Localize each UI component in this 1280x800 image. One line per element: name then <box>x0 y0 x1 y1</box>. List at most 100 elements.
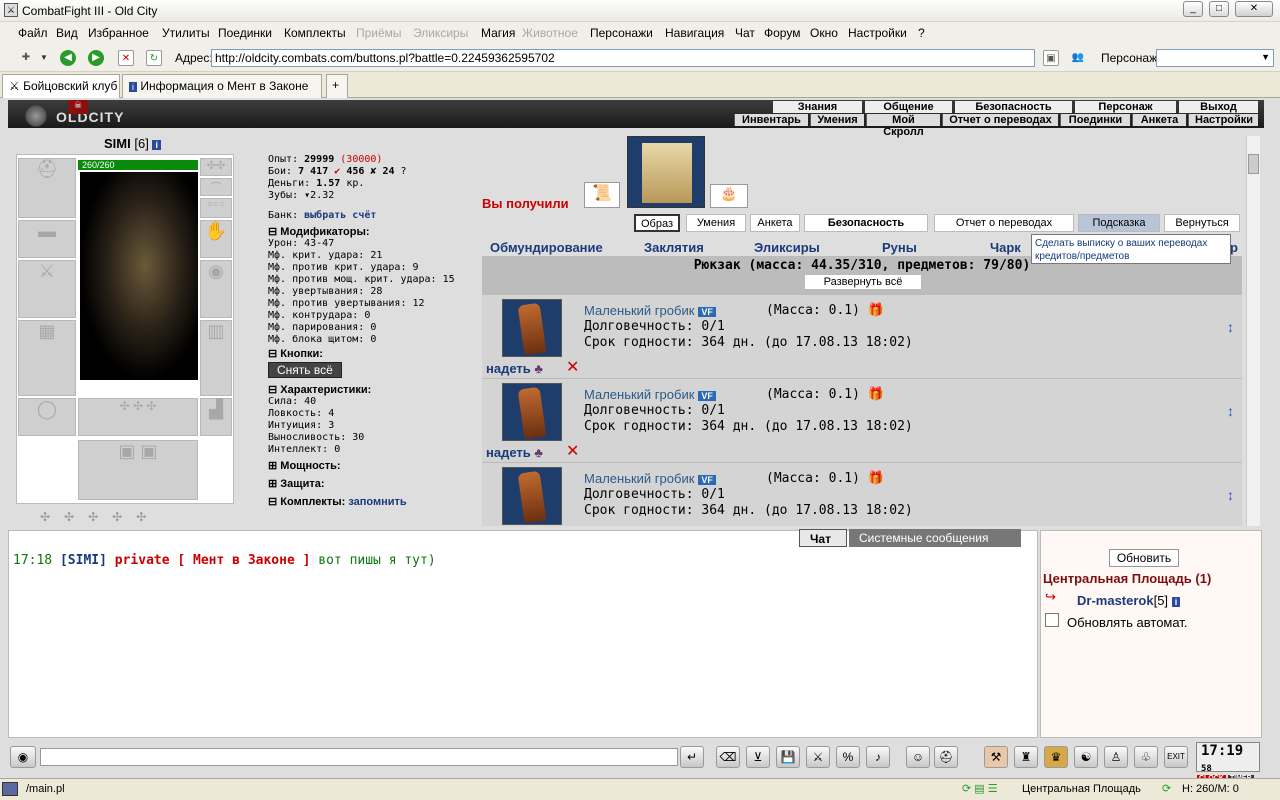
return-button[interactable]: Вернуться <box>1164 214 1240 232</box>
menu-characters[interactable]: Персонажи <box>590 26 653 40</box>
gloves-slot[interactable]: ✋ <box>200 220 232 258</box>
nav-scroll[interactable]: Мой Скролл <box>866 114 940 138</box>
online-user[interactable]: Dr-masterok[5] i <box>1077 593 1181 608</box>
send-icon[interactable]: ↵ <box>680 746 704 768</box>
tab-spells[interactable]: Заклятия <box>644 240 704 255</box>
coffin-image[interactable] <box>502 299 562 357</box>
coffin-image[interactable] <box>502 383 562 441</box>
tab-info[interactable]: i Информация о Мент в Законе <box>122 74 322 98</box>
move-arrows-icon[interactable]: ↕ <box>1227 319 1234 335</box>
defense-header[interactable]: ⊞ Защита: <box>268 478 483 490</box>
info-icon[interactable]: i <box>152 140 161 150</box>
remember-link[interactable]: запомнить <box>348 496 406 508</box>
refresh-button[interactable]: Обновить <box>1109 549 1179 567</box>
image-button[interactable]: Образ <box>634 214 680 232</box>
go-icon[interactable]: ▣ <box>1043 50 1059 66</box>
menu-view[interactable]: Вид <box>56 26 78 40</box>
nav-skills[interactable]: Умения <box>810 114 864 126</box>
cake-icon[interactable]: 🎂 <box>710 184 748 208</box>
amulet-slot[interactable]: ⌒ <box>200 178 232 196</box>
nav-character[interactable]: Персонаж <box>1074 101 1176 113</box>
menu-file[interactable]: Файл <box>18 26 48 40</box>
pin-icon[interactable]: ✚ <box>18 50 34 66</box>
minimize-button[interactable]: _ <box>1183 1 1203 17</box>
menu-magic[interactable]: Магия <box>481 26 515 40</box>
gift-image[interactable] <box>627 136 705 208</box>
status-refresh-icon[interactable]: ⟳ ▤ ☰ <box>962 782 998 795</box>
tab-equipment[interactable]: Обмундирование <box>490 240 603 255</box>
item-name[interactable]: Маленький гробик VF <box>584 471 716 486</box>
helmet-slot[interactable]: ⛑ <box>18 158 76 218</box>
hint-button[interactable]: Подсказка <box>1078 214 1160 232</box>
nav-transfers[interactable]: Отчет о переводах <box>942 114 1058 126</box>
nav-exit[interactable]: Выход <box>1178 101 1258 113</box>
menu-settings[interactable]: Настройки <box>848 26 907 40</box>
bottom-slots[interactable]: ✣✣✣✣✣ <box>40 510 240 528</box>
nav-profile[interactable]: Анкета <box>1132 114 1186 126</box>
rings-slot[interactable]: ○○○ <box>200 198 232 218</box>
nav-security[interactable]: Безопасность <box>954 101 1072 113</box>
equip-link[interactable]: надеть ♣ <box>486 361 543 376</box>
sound-icon[interactable]: ♪ <box>866 746 890 768</box>
exit-icon[interactable]: EXIT <box>1164 746 1188 768</box>
people-icon[interactable]: ♙ <box>1104 746 1128 768</box>
menu-chat[interactable]: Чат <box>735 26 755 40</box>
menu-sets[interactable]: Комплекты <box>284 26 346 40</box>
skills-button[interactable]: Умения <box>686 214 746 232</box>
power-header[interactable]: ⊞ Мощность: <box>268 460 483 472</box>
fighter-icon[interactable]: ⚔ <box>806 746 830 768</box>
address-input[interactable]: http://oldcity.combats.com/buttons.pl?ba… <box>211 49 1035 67</box>
bracers-slot[interactable]: ▬ <box>18 220 76 258</box>
menu-help[interactable]: ? <box>918 26 925 40</box>
forward-icon[interactable]: ▶ <box>88 50 104 66</box>
profile-button[interactable]: Анкета <box>750 214 800 232</box>
transfers-button[interactable]: Отчет о переводах <box>934 214 1074 232</box>
sender-link[interactable]: [SIMI] <box>60 553 107 568</box>
persona-select[interactable]: ▼ <box>1156 49 1274 67</box>
delete-icon[interactable]: ✕ <box>566 357 579 377</box>
characteristics-header[interactable]: ⊟ Характеристики: <box>268 384 483 396</box>
runes-slot[interactable]: ✣ ✣ ✣ <box>78 398 198 436</box>
bank-link[interactable]: выбрать счёт <box>304 210 376 221</box>
menu-forum[interactable]: Форум <box>764 26 800 40</box>
nav-knowledge[interactable]: Знания <box>772 101 862 113</box>
armor-slot[interactable]: ▦ <box>18 320 76 396</box>
private-link[interactable]: private [ Мент в Законе ] <box>115 553 311 568</box>
move-arrows-icon[interactable]: ↕ <box>1227 403 1234 419</box>
dropdown-icon[interactable]: ▼ <box>36 50 52 66</box>
menu-techniques[interactable]: Приёмы <box>356 26 402 40</box>
tab-more[interactable]: р <box>1230 240 1238 255</box>
chat-input[interactable] <box>40 748 678 766</box>
auto-refresh-checkbox[interactable] <box>1045 613 1059 627</box>
sets-header[interactable]: ⊟ Комплекты: запомнить <box>268 496 483 508</box>
battle-icon[interactable]: ⚒ <box>984 746 1008 768</box>
remove-all-button[interactable]: Снять всё <box>268 362 342 378</box>
menu-duels[interactable]: Поединки <box>218 26 272 40</box>
scroll-icon[interactable]: 📜 <box>584 182 620 208</box>
legs-slot[interactable]: ▥ <box>200 320 232 396</box>
users-icon[interactable]: 👥 <box>1070 50 1086 66</box>
tab-elixirs[interactable]: Эликсиры <box>754 240 820 255</box>
tp-icon[interactable]: % <box>836 746 860 768</box>
pockets-slot[interactable]: ▣ ▣ <box>78 440 198 500</box>
move-arrows-icon[interactable]: ↕ <box>1227 487 1234 503</box>
invite-icon[interactable]: ↪ <box>1045 589 1056 605</box>
helmet-icon[interactable]: ⛑ <box>934 746 958 768</box>
scroll-thumb[interactable] <box>1248 154 1259 174</box>
menu-elixirs[interactable]: Эликсиры <box>413 26 468 40</box>
maximize-button[interactable]: □ <box>1209 1 1229 17</box>
earrings-slot[interactable]: ✣✣ <box>200 158 232 176</box>
close-button[interactable]: ✕ <box>1235 1 1273 17</box>
item-name[interactable]: Маленький гробик VF <box>584 387 716 402</box>
belt-slot[interactable]: ◯ <box>18 398 76 436</box>
new-tab-button[interactable]: + <box>326 74 348 98</box>
tab-runes[interactable]: Руны <box>882 240 917 255</box>
smiley-icon[interactable]: ☺ <box>906 746 930 768</box>
filter-icon[interactable]: ⊻ <box>746 746 770 768</box>
delete-icon[interactable]: ✕ <box>566 441 579 461</box>
nav-communication[interactable]: Общение <box>864 101 952 113</box>
buttons-header[interactable]: ⊟ Кнопки: <box>268 348 483 360</box>
stop-icon[interactable]: ✕ <box>118 50 134 66</box>
menu-favorites[interactable]: Избранное <box>88 26 149 40</box>
weapon-slot[interactable]: ⚔ <box>18 260 76 318</box>
